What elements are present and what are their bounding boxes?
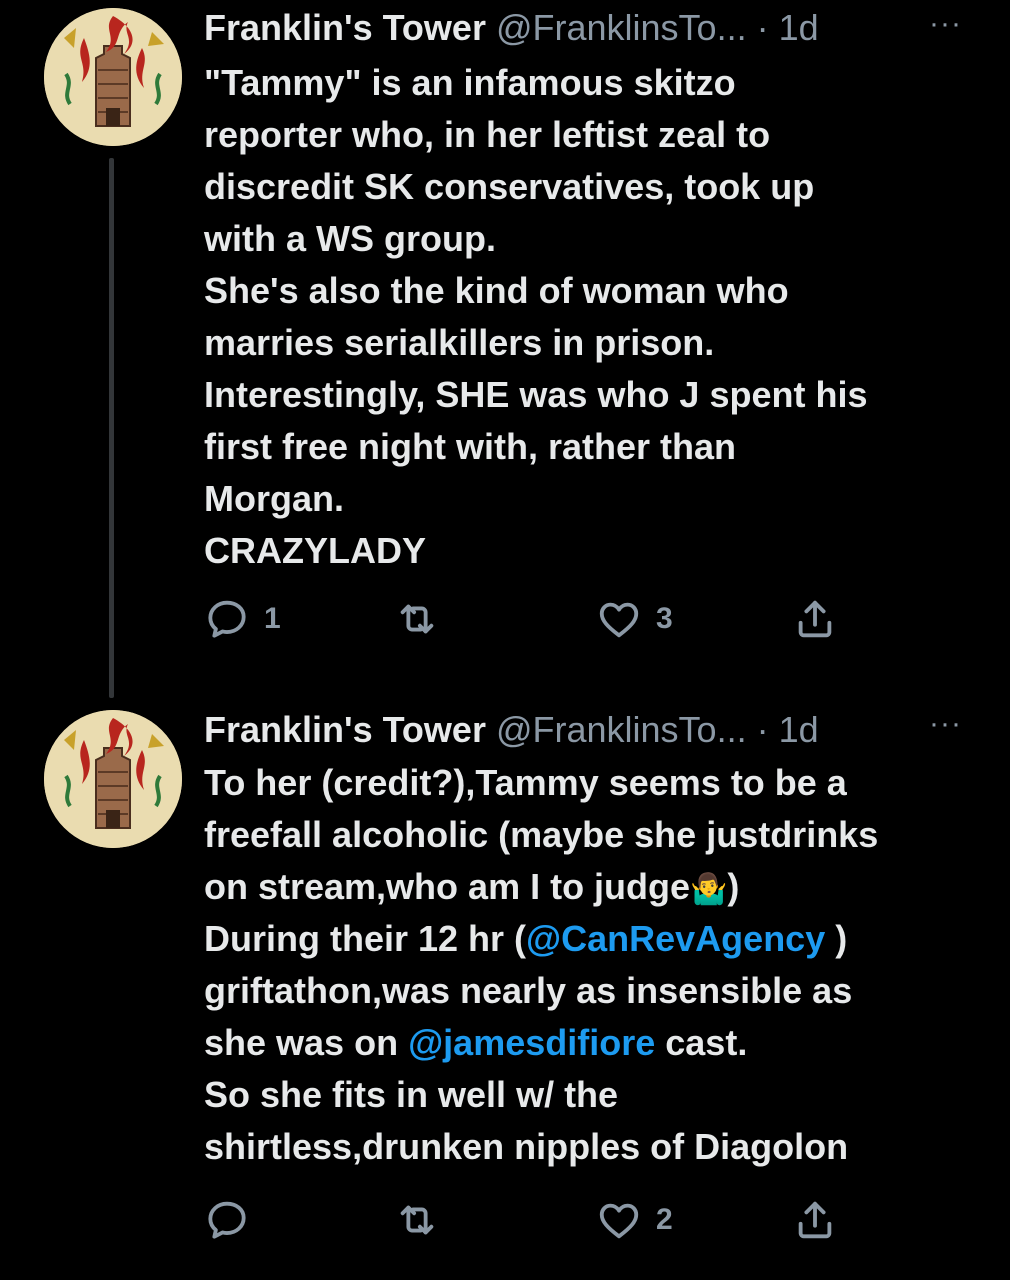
tweet-actions: 1 3 bbox=[204, 594, 864, 644]
tweet-text-segment: with a WS group. bbox=[204, 218, 496, 259]
tweet[interactable]: Franklin's Tower @FranklinsTo... · 1d ··… bbox=[0, 700, 1010, 1280]
tweet-text-segment: griftathon,was nearly as insensible as bbox=[204, 970, 853, 1011]
tweet-text-segment: she was on bbox=[204, 1022, 409, 1063]
author-name[interactable]: Franklin's Tower bbox=[204, 709, 486, 750]
heart-icon bbox=[599, 1203, 639, 1239]
burning-tower-avatar-icon bbox=[44, 710, 182, 848]
like-count: 2 bbox=[656, 1203, 673, 1236]
retweet-button[interactable] bbox=[394, 594, 454, 644]
tweet-text-segment: on stream,who am I to judge bbox=[204, 866, 691, 907]
tweet-text-line: first free night with, rather than bbox=[204, 421, 974, 473]
tweet-text-line: reporter who, in her leftist zeal to bbox=[204, 109, 974, 161]
tweet-text-line: with a WS group. bbox=[204, 213, 974, 265]
timestamp[interactable]: 1d bbox=[779, 7, 819, 48]
author-handle[interactable]: @FranklinsTo... bbox=[496, 7, 747, 48]
tweet-text-segment: first free night with, rather than bbox=[204, 426, 737, 467]
tweet-text-segment: marries serialkillers in prison. bbox=[204, 322, 715, 363]
tweet-text-line: To her (credit?),Tammy seems to be a bbox=[204, 757, 974, 809]
tweet-actions: 2 bbox=[204, 1195, 864, 1245]
tweet-text: To her (credit?),Tammy seems to be a free… bbox=[204, 757, 974, 1173]
avatar[interactable] bbox=[44, 710, 182, 848]
tweet-text-line: she was on @jamesdifiore cast. bbox=[204, 1017, 974, 1069]
avatar[interactable] bbox=[44, 8, 182, 146]
share-button[interactable] bbox=[792, 594, 838, 644]
tweet-text-segment: During their 12 hr ( bbox=[204, 918, 527, 959]
separator-dot: · bbox=[756, 709, 769, 750]
author-name[interactable]: Franklin's Tower bbox=[204, 7, 486, 48]
tweet-text-segment: She's also the kind of woman who bbox=[204, 270, 789, 311]
more-options-icon[interactable]: ··· bbox=[929, 709, 962, 739]
tweet-text-line: So she fits in well w/ the bbox=[204, 1069, 974, 1121]
separator-dot: · bbox=[756, 7, 769, 48]
author-handle[interactable]: @FranklinsTo... bbox=[496, 709, 747, 750]
tweet-text-line: shirtless,drunken nipples of Diagolon bbox=[204, 1121, 974, 1173]
burning-tower-avatar-icon bbox=[44, 8, 182, 146]
tweet-text-line: freefall alcoholic (maybe she justdrinks bbox=[204, 809, 974, 861]
tweet-header: Franklin's Tower @FranklinsTo... · 1d bbox=[204, 708, 904, 752]
retweet-button[interactable] bbox=[394, 1195, 454, 1245]
tweet-text-line: on stream,who am I to judge🤷‍♂️) bbox=[204, 861, 974, 913]
speech-bubble-icon bbox=[208, 1201, 246, 1239]
tweet-text-line: Interestingly, SHE was who J spent his bbox=[204, 369, 974, 421]
tweet-text-segment: Morgan. bbox=[204, 478, 344, 519]
mention-link[interactable]: @jamesdifiore bbox=[408, 1022, 655, 1063]
more-options-icon[interactable]: ··· bbox=[929, 9, 962, 39]
tweet-text-segment: discredit SK conservatives, took up bbox=[204, 166, 815, 207]
tweet-text-segment: ) bbox=[825, 918, 848, 959]
share-upload-icon bbox=[798, 600, 832, 638]
tweet-text-line: During their 12 hr (@CanRevAgency ) bbox=[204, 913, 974, 965]
reply-count: 1 bbox=[264, 602, 281, 635]
reply-button[interactable] bbox=[204, 1195, 264, 1245]
share-button[interactable] bbox=[792, 1195, 838, 1245]
retweet-arrows-icon bbox=[400, 1205, 434, 1235]
tweet-text-segment: ) bbox=[727, 866, 740, 907]
tweet-text-segment: CRAZYLADY bbox=[204, 530, 426, 571]
retweet-arrows-icon bbox=[400, 604, 434, 634]
tweet-text-line: griftathon,was nearly as insensible as bbox=[204, 965, 974, 1017]
tweet-text-segment: "Tammy" is an infamous skitzo bbox=[204, 62, 736, 103]
timestamp[interactable]: 1d bbox=[779, 709, 819, 750]
tweet-text-line: She's also the kind of woman who bbox=[204, 265, 974, 317]
like-button[interactable]: 2 bbox=[596, 1195, 673, 1245]
heart-icon bbox=[599, 602, 639, 638]
tweet-text-line: marries serialkillers in prison. bbox=[204, 317, 974, 369]
share-upload-icon bbox=[798, 1201, 832, 1239]
tweet-text-segment: reporter who, in her leftist zeal to bbox=[204, 114, 771, 155]
tweet-text: "Tammy" is an infamous skitzo reporter wh… bbox=[204, 57, 974, 577]
tweet-text-segment: Interestingly, SHE was who J spent his bbox=[204, 374, 868, 415]
tweet-text-line: discredit SK conservatives, took up bbox=[204, 161, 974, 213]
tweet-text-segment: freefall alcoholic (maybe she justdrinks bbox=[204, 814, 879, 855]
like-button[interactable]: 3 bbox=[596, 594, 673, 644]
speech-bubble-icon bbox=[208, 600, 246, 638]
tweet-header: Franklin's Tower @FranklinsTo... · 1d bbox=[204, 6, 904, 50]
tweet-text-line: CRAZYLADY bbox=[204, 525, 974, 577]
mention-link[interactable]: @CanRevAgency bbox=[526, 918, 825, 959]
tweet[interactable]: Franklin's Tower @FranklinsTo... · 1d ··… bbox=[0, 0, 1010, 700]
tweet-text-line: Morgan. bbox=[204, 473, 974, 525]
like-count: 3 bbox=[656, 602, 673, 635]
tweet-text-segment: shirtless,drunken nipples of Diagolon bbox=[204, 1126, 849, 1167]
tweet-text-line: "Tammy" is an infamous skitzo bbox=[204, 57, 974, 109]
tweet-text-segment: So she fits in well w/ the bbox=[204, 1074, 619, 1115]
tweet-text-segment: cast. bbox=[655, 1022, 748, 1063]
tweet-text-segment: To her (credit?),Tammy seems to be a bbox=[204, 762, 847, 803]
thread-connector-line bbox=[109, 158, 114, 698]
reply-button[interactable]: 1 bbox=[204, 594, 281, 644]
shrug-emoji-icon: 🤷‍♂️ bbox=[690, 873, 728, 906]
